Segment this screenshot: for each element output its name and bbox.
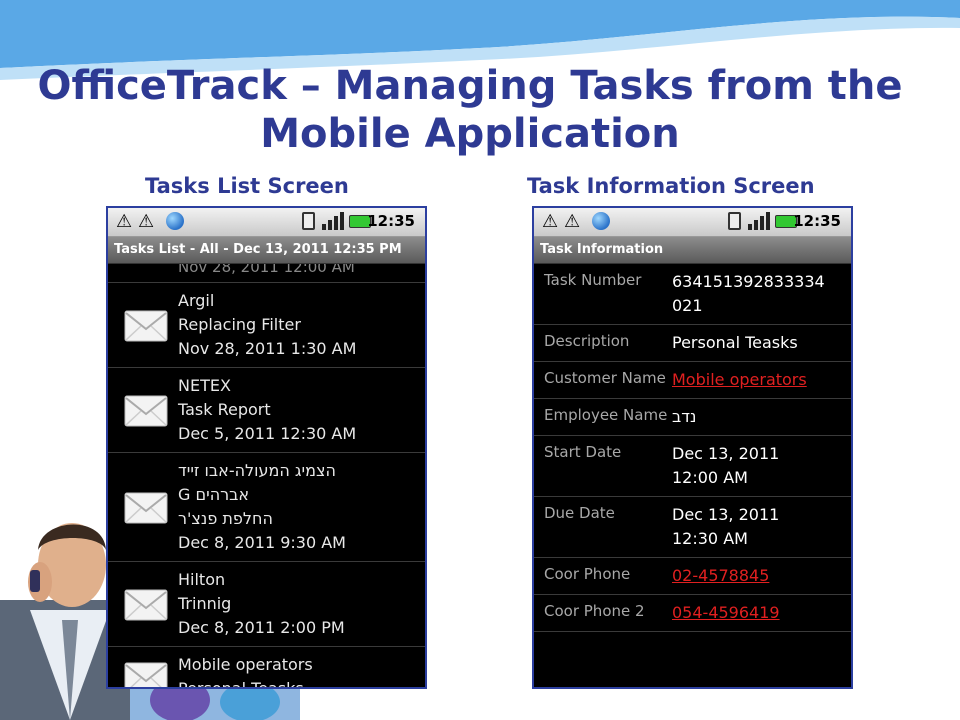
- task-info-link[interactable]: 02-4578845: [672, 564, 851, 588]
- task-list-item[interactable]: Mobile operators Personal Teasks: [108, 647, 425, 689]
- warning-icon: ⚠: [542, 211, 559, 232]
- signal-icon: [322, 212, 344, 230]
- task-info-label: Employee Name: [544, 406, 668, 424]
- tasks-list-screen-label: Tasks List Screen: [145, 174, 349, 198]
- task-list-item-line: Nov 28, 2011 1:30 AM: [178, 339, 357, 358]
- task-info-row: Due Date Dec 13, 2011 12:30 AM: [534, 497, 851, 558]
- task-information-phone: ⚠ ⚠ 12:35 Task Information Task Number 63…: [532, 206, 853, 689]
- browser-icon: [592, 212, 610, 230]
- task-list-item-line: Trinnig: [178, 594, 232, 613]
- task-info-value: Personal Teasks: [672, 333, 798, 352]
- task-info-link[interactable]: 054-4596419: [672, 601, 851, 625]
- list-item-partial[interactable]: Nov 28, 2011 12:00 AM: [108, 264, 425, 283]
- task-info-label: Coor Phone 2: [544, 602, 645, 620]
- task-list-item[interactable]: NETEX Task Report Dec 5, 2011 12:30 AM: [108, 368, 425, 453]
- task-info-row: Description Personal Teasks: [534, 325, 851, 362]
- task-info-row: Customer Name Mobile operators: [534, 362, 851, 399]
- task-info-label: Task Number: [544, 271, 642, 289]
- task-info-link[interactable]: Mobile operators: [672, 368, 851, 392]
- task-info-row: Employee Name נדב: [534, 399, 851, 436]
- warning-icon: ⚠: [564, 211, 581, 232]
- task-list-item-line: Personal Teasks: [178, 679, 304, 689]
- task-info-label: Customer Name: [544, 369, 666, 387]
- task-list-item-line: Dec 5, 2011 12:30 AM: [178, 424, 357, 443]
- task-list-item-line: Dec 8, 2011 2:00 PM: [178, 618, 345, 637]
- task-information-screen-label: Task Information Screen: [527, 174, 815, 198]
- task-list-item-line: Replacing Filter: [178, 315, 301, 334]
- warning-icon: ⚠: [116, 211, 133, 232]
- task-info-row: Coor Phone 02-4578845: [534, 558, 851, 595]
- task-list-item-line: Task Report: [178, 400, 271, 419]
- task-list-item[interactable]: הצמיג המעולה-אבו זייד אברהים G החלפת פנצ'ר…: [108, 453, 425, 562]
- warning-icon: ⚠: [138, 211, 155, 232]
- task-info-value: נדב: [672, 407, 697, 426]
- envelope-icon: [124, 394, 168, 428]
- task-list-item-line: Mobile operators: [178, 655, 313, 674]
- task-list-item-line: Dec 8, 2011 9:30 AM: [178, 533, 346, 552]
- task-list-item-line: NETEX: [178, 376, 231, 395]
- task-info-label: Description: [544, 332, 630, 350]
- sim-icon: [302, 212, 315, 230]
- task-info-row: Task Number 634151392833334 021: [534, 264, 851, 325]
- browser-icon: [166, 212, 184, 230]
- signal-icon: [748, 212, 770, 230]
- status-time: 12:35: [793, 212, 841, 230]
- tasks-list-header: Tasks List - All - Dec 13, 2011 12:35 PM: [108, 237, 425, 264]
- tasks-list[interactable]: Nov 28, 2011 12:00 AM Argil Replacing Fil…: [108, 264, 425, 689]
- envelope-icon: [124, 491, 168, 525]
- slide-title-line2: Mobile Application: [260, 111, 680, 157]
- task-info-label: Coor Phone: [544, 565, 631, 583]
- slide-title: OfficeTrack – Managing Tasks from the Mo…: [0, 62, 940, 158]
- task-info-value: Dec 13, 2011 12:00 AM: [672, 444, 780, 487]
- task-info-label: Due Date: [544, 504, 615, 522]
- status-bar: ⚠ ⚠ 12:35: [108, 208, 425, 237]
- task-list-item-line: Hilton: [178, 570, 226, 589]
- task-list-item-line: הצמיג המעולה-אבו זייד: [178, 461, 336, 480]
- slide-title-line1: OfficeTrack – Managing Tasks from the: [37, 63, 903, 109]
- sim-icon: [728, 212, 741, 230]
- task-list-item-line: החלפת פנצ'ר: [178, 509, 273, 528]
- envelope-icon: [124, 588, 168, 622]
- envelope-icon: [124, 661, 168, 687]
- task-information-header: Task Information: [534, 237, 851, 264]
- tasks-list-phone: ⚠ ⚠ 12:35 Tasks List - All - Dec 13, 201…: [106, 206, 427, 689]
- status-time: 12:35: [367, 212, 415, 230]
- task-list-item[interactable]: Argil Replacing Filter Nov 28, 2011 1:30 A…: [108, 283, 425, 368]
- task-list-item[interactable]: Hilton Trinnig Dec 8, 2011 2:00 PM: [108, 562, 425, 647]
- task-info-value: 634151392833334 021: [672, 272, 825, 315]
- status-bar: ⚠ ⚠ 12:35: [534, 208, 851, 237]
- task-info-label: Start Date: [544, 443, 622, 461]
- task-info-row: Coor Phone 2 054-4596419: [534, 595, 851, 632]
- task-info-value: Dec 13, 2011 12:30 AM: [672, 505, 780, 548]
- task-info-row: Start Date Dec 13, 2011 12:00 AM: [534, 436, 851, 497]
- task-list-item-line: אברהים G: [178, 485, 250, 504]
- task-info-list: Task Number 634151392833334 021 Descriptio…: [534, 264, 851, 632]
- task-list-item-line: Argil: [178, 291, 215, 310]
- envelope-icon: [124, 309, 168, 343]
